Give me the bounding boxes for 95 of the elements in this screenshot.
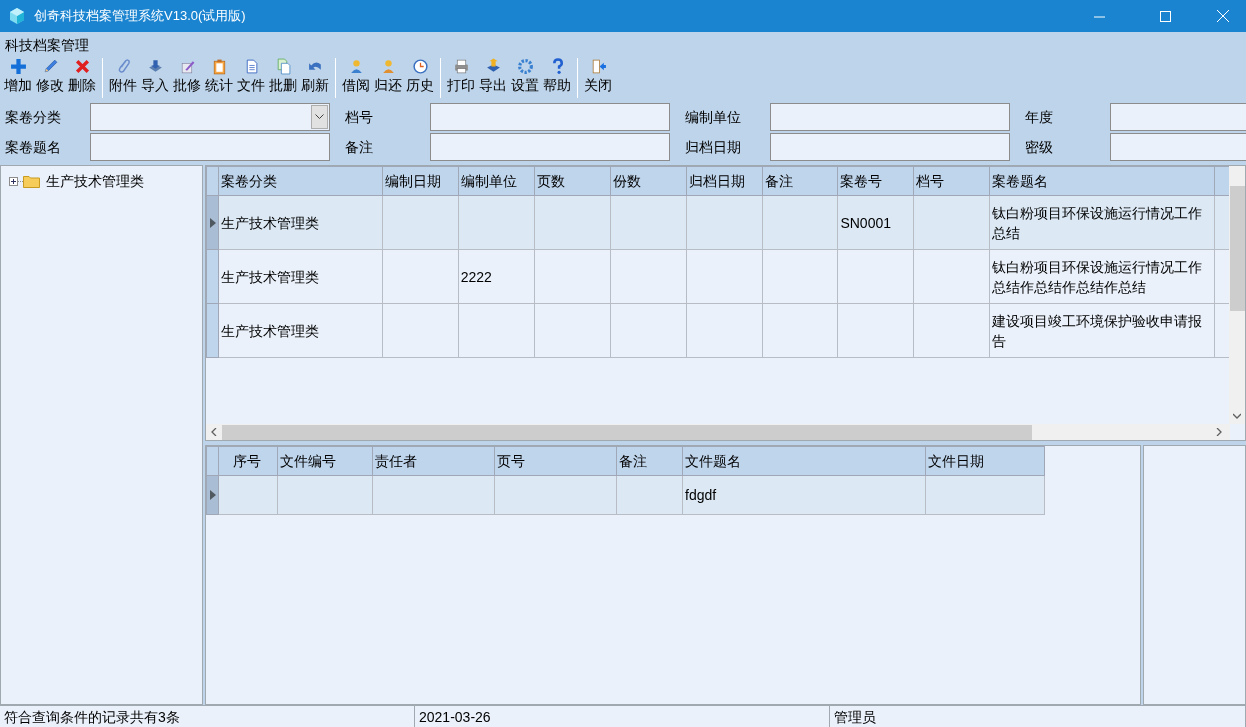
delete-icon bbox=[73, 58, 91, 75]
column-header[interactable]: 归档日期 bbox=[686, 166, 762, 196]
table-row[interactable]: 生产技术管理类 SN0001 钛白粉项目环保设施运行情况工作总结 bbox=[206, 195, 1230, 250]
toolbar-button[interactable]: 附件 bbox=[107, 58, 139, 95]
toolbar-button[interactable]: 统计 bbox=[203, 58, 235, 95]
input-field[interactable] bbox=[430, 103, 670, 131]
table-cell: fdgdf bbox=[682, 475, 926, 515]
row-pointer-icon bbox=[210, 490, 216, 500]
row-pointer-icon bbox=[210, 217, 216, 228]
column-header[interactable]: 案卷号 bbox=[837, 166, 914, 196]
table-cell: 生产技术管理类 bbox=[218, 195, 383, 250]
table-cell: 生产技术管理类 bbox=[218, 249, 383, 304]
status-text: 符合查询条件的记录共有3条 bbox=[0, 706, 415, 727]
pencil-icon bbox=[41, 58, 59, 75]
table-cell bbox=[616, 475, 683, 515]
tray-icon bbox=[146, 58, 164, 75]
status-text: 2021-03-26 bbox=[415, 706, 830, 727]
table-cell: 生产技术管理类 bbox=[218, 303, 383, 358]
input-field[interactable] bbox=[770, 103, 1010, 131]
column-header[interactable]: 案卷分类 bbox=[218, 166, 383, 196]
gear-icon bbox=[516, 58, 534, 75]
field-label: 编制单位 bbox=[685, 107, 742, 127]
toolbar-button[interactable]: 归还 bbox=[372, 58, 404, 95]
toolbar-button[interactable]: 借阅 bbox=[340, 58, 372, 95]
toolbar-button[interactable]: 打印 bbox=[445, 58, 477, 95]
field-label: 归档日期 bbox=[685, 137, 742, 157]
input-field[interactable] bbox=[1110, 133, 1246, 161]
field-label: 备注 bbox=[345, 137, 374, 157]
toolbar-button[interactable]: 修改 bbox=[34, 58, 66, 95]
expand-icon[interactable] bbox=[9, 176, 18, 186]
maximize-icon bbox=[1159, 10, 1171, 22]
plus-icon bbox=[9, 58, 27, 75]
toolbar-button[interactable]: 刷新 bbox=[299, 58, 331, 95]
column-header[interactable]: 备注 bbox=[762, 166, 838, 196]
column-header[interactable]: 序号 bbox=[218, 446, 278, 476]
column-header[interactable]: 文件题名 bbox=[682, 446, 926, 476]
field-label: 年度 bbox=[1025, 107, 1054, 127]
field-label: 密级 bbox=[1025, 137, 1054, 157]
column-header[interactable]: 编制日期 bbox=[382, 166, 459, 196]
toolbar-button[interactable]: 导入 bbox=[139, 58, 171, 95]
table-cell: SN0001 bbox=[837, 195, 914, 250]
column-header[interactable]: 责任者 bbox=[372, 446, 495, 476]
column-header[interactable]: 份数 bbox=[610, 166, 687, 196]
toolbar-button[interactable]: 批修 bbox=[171, 58, 203, 95]
input-field[interactable] bbox=[430, 133, 670, 161]
table-cell: 钛白粉项目环保设施运行情况工作总结 bbox=[989, 195, 1215, 250]
module-title: 科技档案管理 bbox=[5, 36, 89, 55]
folder-icon bbox=[23, 174, 40, 188]
field-label: 案卷题名 bbox=[5, 137, 62, 157]
table-cell bbox=[218, 475, 278, 515]
dropdown-field[interactable] bbox=[90, 103, 330, 131]
clock-icon bbox=[411, 58, 429, 75]
toolbar-button[interactable]: 增加 bbox=[2, 58, 34, 95]
column-header[interactable]: 文件编号 bbox=[277, 446, 373, 476]
column-header[interactable]: 页数 bbox=[534, 166, 611, 196]
scrollbar-thumb[interactable] bbox=[222, 424, 1032, 440]
toolbar-button[interactable]: 导出 bbox=[477, 58, 509, 95]
tray-icon bbox=[484, 58, 502, 75]
scroll-left-icon[interactable] bbox=[211, 428, 217, 436]
field-label: 案卷分类 bbox=[5, 107, 62, 127]
input-field[interactable] bbox=[1110, 103, 1246, 131]
window-title: 创奇科技档案管理系统V13.0(试用版) bbox=[34, 7, 246, 26]
scroll-down-icon[interactable] bbox=[1233, 413, 1241, 419]
toolbar-button[interactable]: 批删 bbox=[267, 58, 299, 95]
toolbar-button[interactable]: 关闭 bbox=[582, 58, 614, 95]
column-header[interactable]: 页号 bbox=[494, 446, 617, 476]
column-header[interactable]: 备注 bbox=[616, 446, 683, 476]
toolbar-button[interactable]: 删除 bbox=[66, 58, 98, 95]
printer-icon bbox=[452, 58, 470, 75]
toolbar-button[interactable]: 设置 bbox=[509, 58, 541, 95]
table-cell: 建设项目竣工环境保护验收申请报告 bbox=[989, 303, 1215, 358]
column-header[interactable]: 案卷题名 bbox=[989, 166, 1215, 196]
table-row[interactable]: 生产技术管理类 建设项目竣工环境保护验收申请报告 bbox=[206, 303, 1230, 358]
toolbar-button[interactable]: 帮助 bbox=[541, 58, 573, 95]
scrollbar-thumb[interactable] bbox=[1229, 186, 1245, 311]
table-row[interactable]: 生产技术管理类 2222 钛白粉项目环保设施运行情况工作总结作总结作总结作总结 bbox=[206, 249, 1230, 304]
close-icon bbox=[1217, 10, 1229, 22]
horizontal-scrollbar[interactable] bbox=[206, 424, 1230, 440]
toolbar-button[interactable]: 历史 bbox=[404, 58, 436, 95]
tree-item[interactable]: 生产技术管理类 bbox=[9, 170, 202, 192]
chevron-down-icon bbox=[315, 114, 324, 120]
table-row[interactable]: fdgdf bbox=[206, 475, 1045, 515]
input-field[interactable] bbox=[90, 133, 330, 161]
field-label: 档号 bbox=[345, 107, 374, 127]
column-header[interactable]: 编制单位 bbox=[458, 166, 535, 196]
table-cell: 钛白粉项目环保设施运行情况工作总结作总结作总结作总结 bbox=[989, 249, 1215, 304]
table-cell: 2222 bbox=[458, 249, 535, 304]
cube-icon bbox=[8, 7, 26, 25]
column-header[interactable]: 档号 bbox=[913, 166, 990, 196]
toolbar-button[interactable]: 文件 bbox=[235, 58, 267, 95]
column-header[interactable]: 文件日期 bbox=[925, 446, 1045, 476]
vertical-scrollbar[interactable] bbox=[1229, 166, 1245, 424]
input-field[interactable] bbox=[770, 133, 1010, 161]
scroll-right-icon[interactable] bbox=[1216, 428, 1222, 436]
status-text: 管理员 bbox=[830, 706, 1246, 727]
